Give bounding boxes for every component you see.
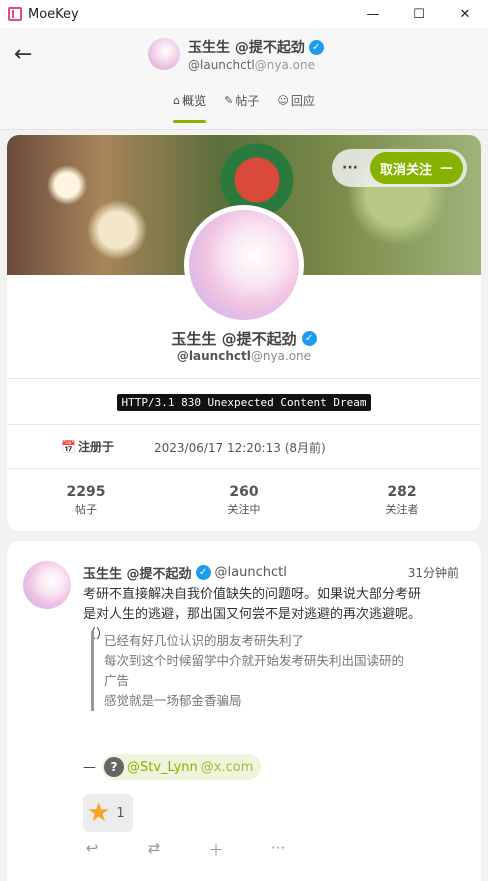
minimize-icon[interactable]: — — [350, 0, 396, 28]
tab-posts-label: 帖子 — [235, 94, 260, 108]
note-author-avatar[interactable] — [23, 561, 71, 609]
tab-overview-label: 概览 — [182, 94, 207, 108]
header-name-text: 玉生生 @提不起劲 — [188, 40, 305, 56]
divider — [7, 424, 481, 425]
profile-bio: HTTP/3.1 830 Unexpected Content Dream — [7, 391, 481, 411]
mention-host: @x.com — [200, 759, 254, 775]
stat-following-label: 关注中 — [227, 503, 261, 516]
unfollow-label: 取消关注 — [379, 162, 432, 178]
stat-followers-label: 关注者 — [385, 503, 419, 516]
reaction-button[interactable]: ★ 1 — [83, 794, 133, 832]
note-timestamp[interactable]: 31分钟前 — [408, 564, 459, 581]
profile-handle-user: @launchctl — [176, 349, 251, 363]
smile-icon: ☺ — [277, 94, 289, 107]
unfollow-button[interactable]: 取消关注 — — [369, 152, 463, 184]
header-handle: @launchctl@nya.one — [188, 58, 315, 72]
note-actions: ↩ ⇄ ＋ ··· — [83, 839, 287, 860]
tab-posts[interactable]: ✎ 帖子 — [224, 92, 259, 121]
verified-badge-icon: ✓ — [195, 565, 211, 580]
pencil-icon: ✎ — [224, 94, 234, 107]
quote-line: 已经有好几位认识的朋友考研失利了 — [104, 633, 305, 648]
quote-line: 感觉就是一场郁金香骗局 — [104, 693, 242, 708]
note-quote: 已经有好几位认识的朋友考研失利了 每次到这个时候留学中介就开始发考研失利出国读研… — [91, 631, 461, 711]
mention-prefix: — — [83, 759, 96, 775]
note-text-line: 考研不直接解决自我价值缺失的问题呀。如果说大部分考研 — [83, 587, 422, 602]
header-handle-user: @launchctl — [188, 58, 255, 72]
home-icon: ⌂ — [173, 94, 181, 107]
profile-card: ··· 取消关注 — 玉生生 @提不起劲 ✓ @launchctl@nya.on… — [7, 135, 481, 531]
star-icon: ★ — [87, 798, 111, 828]
more-options-button[interactable]: ··· — [342, 160, 358, 176]
tab-overview[interactable]: ⌂ 概览 — [173, 92, 207, 123]
window-titlebar: MoeKey — ☐ ✕ — [0, 0, 488, 28]
app-logo-icon — [8, 7, 22, 21]
profile-avatar[interactable] — [184, 205, 304, 325]
plus-icon[interactable]: ＋ — [207, 839, 225, 860]
quote-line: 广告 — [104, 673, 130, 688]
reply-icon[interactable]: ↩ — [83, 839, 101, 860]
header-avatar[interactable] — [148, 38, 180, 70]
profile-name: 玉生生 @提不起劲 ✓ — [7, 328, 481, 349]
profile-handle: @launchctl@nya.one — [7, 349, 481, 363]
note-card: 玉生生 @提不起劲 ✓ @launchctl 31分钟前 考研不直接解决自我价值… — [7, 541, 481, 881]
note-author-handle[interactable]: @launchctl — [215, 565, 287, 580]
stat-following-value: 260 — [229, 484, 259, 500]
note-header: 玉生生 @提不起劲 ✓ @launchctl — [83, 563, 287, 582]
registered-label: 📅 注册于 — [61, 438, 114, 455]
note-author-name[interactable]: 玉生生 @提不起劲 — [83, 563, 192, 582]
mention-user: @Stv_Lynn — [127, 759, 198, 775]
window-controls: — ☐ ✕ — [350, 0, 488, 28]
more-icon[interactable]: ··· — [269, 839, 287, 860]
back-arrow-icon[interactable]: ← — [14, 44, 40, 66]
app-title: MoeKey — [28, 6, 79, 22]
mention-avatar: ? — [104, 757, 124, 777]
registered-value: 2023/06/17 12:20:13 (8月前) — [154, 441, 326, 455]
banner-action-group: ··· 取消关注 — — [332, 149, 467, 187]
divider — [7, 378, 481, 379]
mention-chip[interactable]: ? @Stv_Lynn @x.com — [102, 754, 262, 780]
quote-line: 每次到这个时候留学中介就开始发考研失利出国读研的 — [104, 653, 405, 668]
profile-tabs: ⌂ 概览 ✎ 帖子 ☺ 回应 — [0, 92, 488, 123]
stat-followers[interactable]: 282 关注者 — [323, 484, 481, 517]
renote-icon[interactable]: ⇄ — [145, 839, 163, 860]
reaction-count: 1 — [116, 805, 125, 821]
stat-posts-value: 2295 — [66, 484, 106, 500]
stat-followers-value: 282 — [387, 484, 417, 500]
header-handle-host: @nya.one — [254, 58, 315, 72]
profile-stats: 2295 帖子 260 关注中 282 关注者 — [7, 484, 481, 517]
note-text-line: 是对人生的逃避，那出国又何尝不是对逃避的再次逃避呢。 — [83, 607, 422, 622]
profile-handle-host: @nya.one — [250, 349, 312, 363]
profile-header: ← 玉生生 @提不起劲 ✓ @launchctl@nya.one ⌂ 概览 ✎ … — [0, 28, 488, 130]
close-icon[interactable]: ✕ — [442, 0, 488, 28]
stat-following[interactable]: 260 关注中 — [165, 484, 323, 517]
mention-row: — ? @Stv_Lynn @x.com — [83, 754, 262, 780]
stat-posts-label: 帖子 — [75, 503, 97, 516]
maximize-icon[interactable]: ☐ — [396, 0, 442, 28]
bio-text: HTTP/3.1 830 Unexpected Content Dream — [117, 394, 371, 411]
verified-badge-icon: ✓ — [301, 331, 317, 346]
profile-name-text: 玉生生 @提不起劲 — [171, 330, 297, 348]
registered-label-text: 注册于 — [77, 440, 114, 454]
minus-icon: — — [440, 160, 453, 176]
verified-badge-icon: ✓ — [308, 39, 324, 55]
calendar-icon: 📅 — [61, 439, 76, 454]
stat-posts[interactable]: 2295 帖子 — [7, 484, 165, 517]
header-user-name: 玉生生 @提不起劲 ✓ — [188, 37, 324, 57]
tab-reactions-label: 回应 — [290, 94, 315, 108]
tab-reactions[interactable]: ☺ 回应 — [277, 92, 314, 121]
divider — [7, 468, 481, 469]
